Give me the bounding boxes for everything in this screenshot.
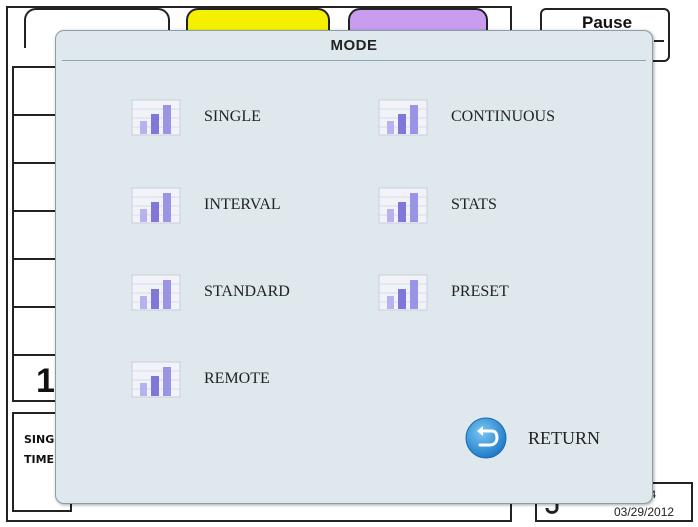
mode-standard-button[interactable]: STANDARD	[130, 272, 290, 312]
mode-preset-button[interactable]: PRESET	[377, 272, 509, 312]
bar-chart-icon	[131, 187, 181, 224]
mode-remote-button[interactable]: REMOTE	[130, 359, 270, 399]
mode-stats-button[interactable]: STATS	[377, 185, 497, 225]
bar-chart-icon	[131, 274, 181, 311]
return-button[interactable]: RETURN	[464, 416, 600, 460]
dialog-title: MODE	[330, 37, 378, 54]
mode-standard-label: STANDARD	[204, 283, 290, 300]
background-big-number: 1	[36, 362, 55, 400]
mode-single-button[interactable]: SINGLE	[130, 97, 261, 137]
return-arrow-icon	[465, 417, 507, 459]
mode-remote-label: REMOTE	[204, 370, 270, 387]
mode-continuous-button[interactable]: CONTINUOUS	[377, 97, 555, 137]
date-text: 03/29/2012	[614, 505, 675, 519]
return-button-label: RETURN	[528, 427, 600, 448]
mode-stats-label: STATS	[451, 196, 497, 213]
mode-interval-label: INTERVAL	[204, 196, 281, 213]
bar-chart-icon	[378, 99, 428, 136]
mode-single-label: SINGLE	[204, 108, 261, 125]
background-info-line: TIME	[24, 453, 55, 466]
pause-button-divider	[654, 40, 664, 42]
mode-preset-label: PRESET	[451, 283, 509, 300]
bar-chart-icon	[131, 361, 181, 398]
background-info-line: SING	[24, 433, 55, 446]
mode-continuous-label: CONTINUOUS	[451, 108, 555, 125]
mode-interval-button[interactable]: INTERVAL	[130, 185, 281, 225]
title-divider	[62, 60, 646, 61]
bar-chart-icon	[378, 187, 428, 224]
bar-chart-icon	[378, 274, 428, 311]
bar-chart-icon	[131, 99, 181, 136]
